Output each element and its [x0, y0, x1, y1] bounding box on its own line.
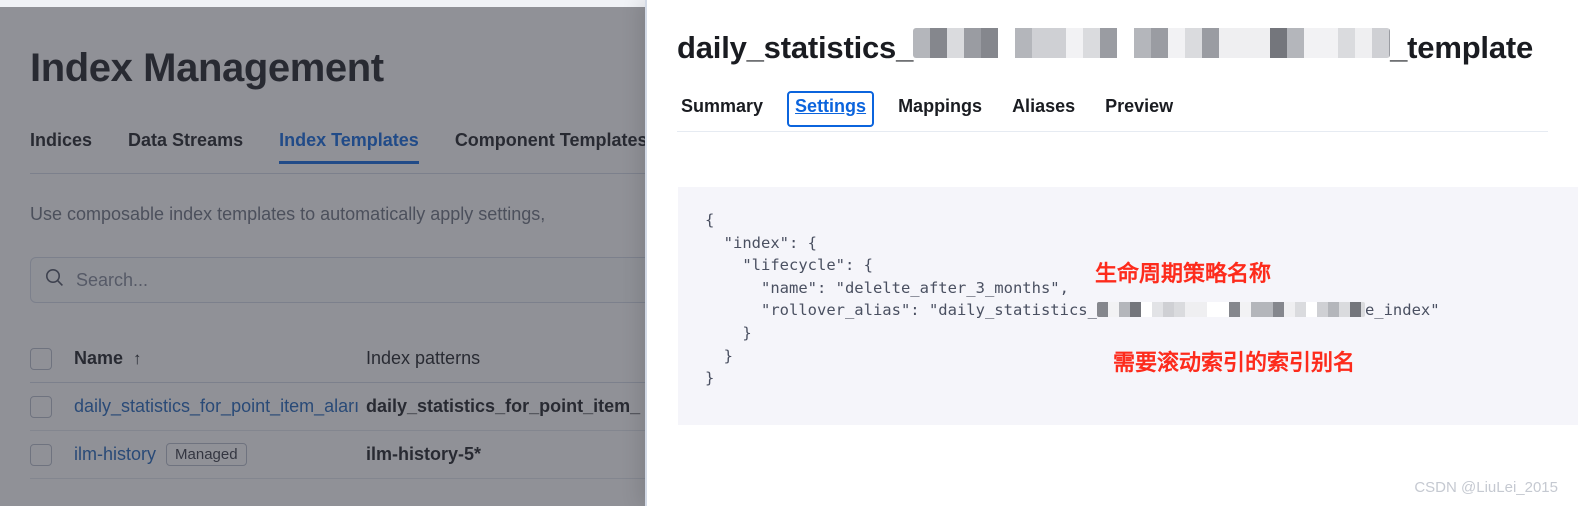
search-icon: [45, 268, 64, 292]
code-text: "name": "delelte_after_3_months",: [705, 278, 1069, 297]
template-name-link[interactable]: daily_statistics_for_point_item_aları: [74, 396, 359, 417]
code-line: "index": {: [705, 232, 1440, 255]
code-text: "lifecycle": {: [705, 256, 873, 275]
code-line: "lifecycle": {: [705, 254, 1440, 277]
tab-summary[interactable]: Summary: [677, 92, 767, 127]
code-text: {: [705, 211, 715, 229]
select-all-checkbox[interactable]: [30, 347, 52, 370]
redacted-title-region: [913, 28, 1391, 58]
tab-mappings[interactable]: Mappings: [894, 92, 986, 127]
template-name-link[interactable]: ilm-history: [74, 444, 156, 465]
arrow-up-icon: ↑: [133, 348, 142, 368]
column-header-name-label: Name: [74, 348, 124, 368]
settings-code-block[interactable]: { "index": { "lifecycle": { "name": "del…: [678, 187, 1578, 425]
row-name-cell: daily_statistics_for_point_item_aları: [74, 396, 366, 417]
flyout-tabs: Summary Settings Mappings Aliases Previe…: [677, 91, 1548, 132]
flyout-title-prefix: daily_statistics_: [677, 30, 914, 65]
watermark: CSDN @LiuLei_2015: [1414, 479, 1558, 496]
screenshot-root: Index Management Indices Data Streams In…: [0, 0, 1578, 506]
code-text: }: [705, 323, 752, 342]
annotation-rollover-alias: 需要滚动索引的索引别名: [1113, 351, 1356, 376]
tab-index-templates[interactable]: Index Templates: [279, 130, 419, 164]
tab-preview[interactable]: Preview: [1101, 92, 1177, 127]
code-text-after: e_index": [1364, 301, 1440, 320]
code-text: }: [705, 369, 715, 388]
row-checkbox[interactable]: [30, 395, 52, 418]
code-line: "name": "delelte_after_3_months",: [705, 277, 1440, 300]
redacted-alias-region: [1096, 302, 1365, 318]
code-line: {: [705, 209, 1440, 232]
code-text: "index": {: [705, 233, 817, 252]
column-header-name[interactable]: Name ↑: [74, 348, 366, 369]
search-input-placeholder[interactable]: Search...: [76, 270, 148, 291]
tab-component-templates[interactable]: Component Templates: [455, 130, 648, 163]
code-text: "rollover_alias": "daily_statistics_: [705, 301, 1097, 320]
row-checkbox[interactable]: [30, 443, 52, 466]
tab-data-streams[interactable]: Data Streams: [128, 130, 243, 163]
tab-indices[interactable]: Indices: [30, 130, 92, 163]
code-line: "rollover_alias": "daily_statistics_ e_in…: [705, 299, 1440, 322]
tab-settings[interactable]: Settings: [787, 91, 875, 127]
tab-aliases[interactable]: Aliases: [1008, 92, 1079, 127]
row-name-cell: ilm-history Managed: [74, 443, 366, 466]
flyout-title-suffix: _template: [1390, 30, 1534, 65]
flyout-title: daily_statistics_ _template: [677, 28, 1548, 66]
template-detail-flyout: daily_statistics_ _template Summary Sett…: [645, 0, 1578, 506]
code-text: }: [705, 346, 733, 365]
code-line: }: [705, 322, 1440, 345]
status-badge: Managed: [166, 443, 247, 466]
annotation-lifecycle-policy-name: 生命周期策略名称: [1095, 262, 1272, 287]
